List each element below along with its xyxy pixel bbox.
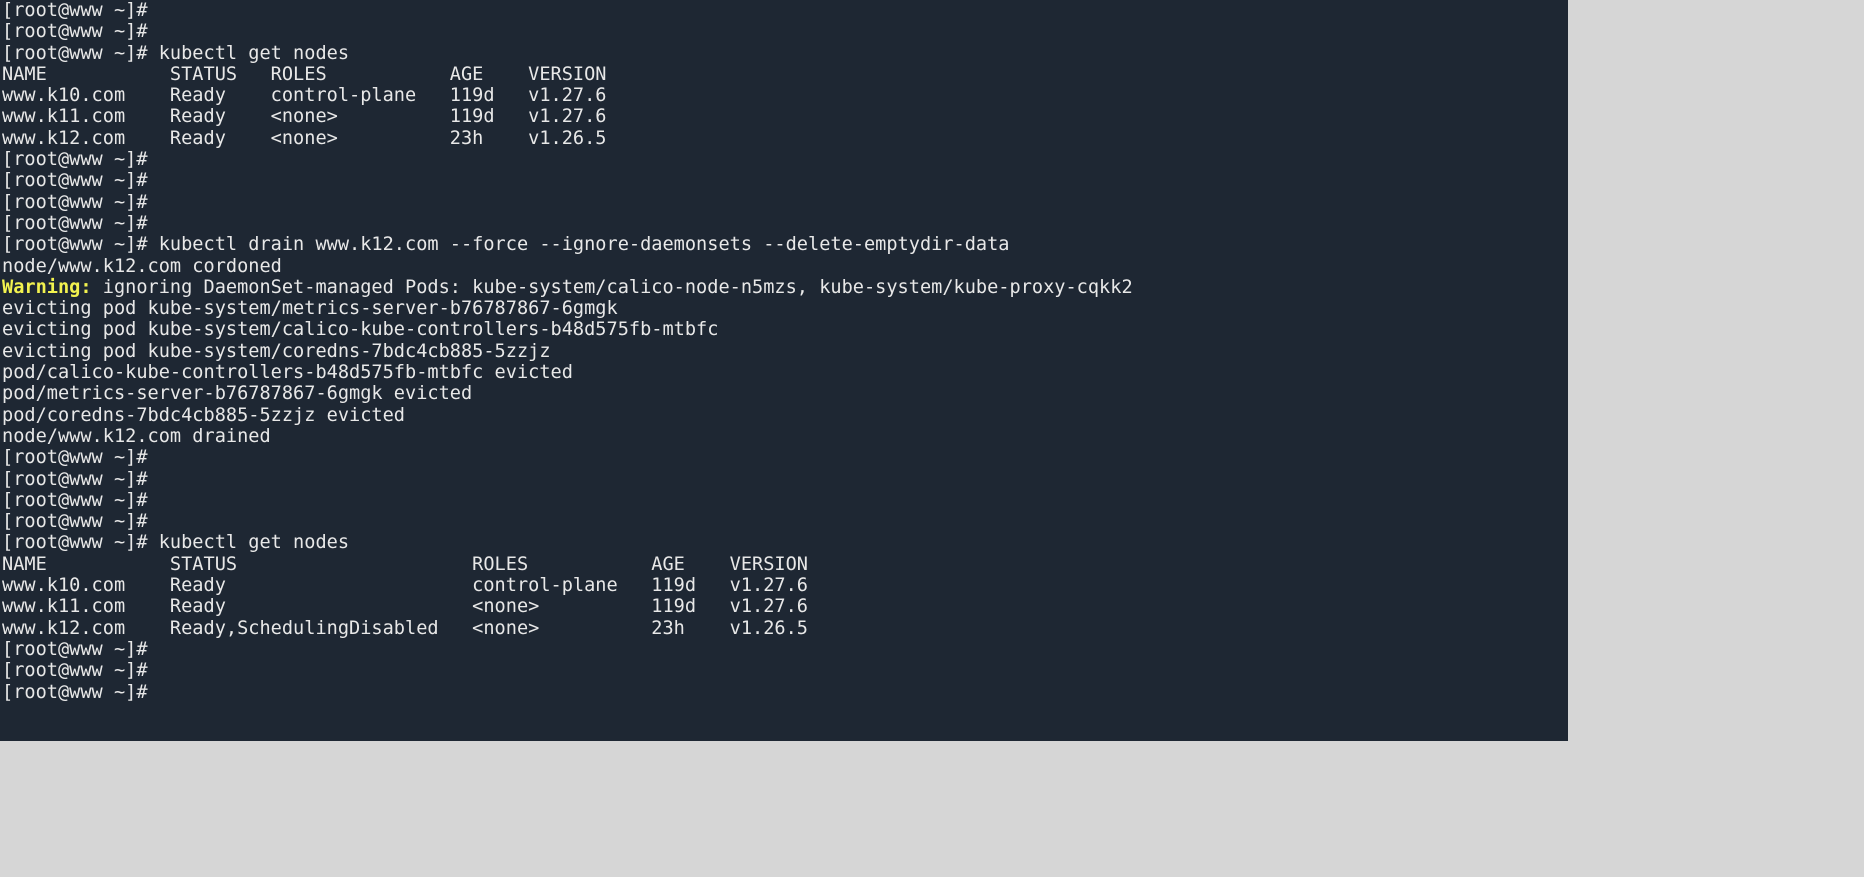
terminal-line-prompt: [root@www ~]# (2, 192, 1568, 213)
terminal-line-text: [root@www ~]# (2, 0, 159, 21)
terminal-line-text: pod/metrics-server-b76787867-6gmgk evict… (2, 383, 472, 404)
terminal-line-text: www.k11.com Ready <none> 119d v1.27.6 (2, 106, 607, 127)
terminal-line-prompt: [root@www ~]# (2, 170, 1568, 191)
terminal-line-warning: Warning: ignoring DaemonSet-managed Pods… (2, 277, 1568, 298)
terminal-line-output: pod/calico-kube-controllers-b48d575fb-mt… (2, 362, 1568, 383)
terminal-line-output: pod/metrics-server-b76787867-6gmgk evict… (2, 383, 1568, 404)
terminal-line-text: evicting pod kube-system/metrics-server-… (2, 298, 618, 319)
terminal-line-text: [root@www ~]# (2, 213, 159, 234)
terminal-line-prompt: [root@www ~]# (2, 639, 1568, 660)
terminal-line-table-row: www.k10.com Ready control-plane 119d v1.… (2, 575, 1568, 596)
terminal-line-output: evicting pod kube-system/metrics-server-… (2, 298, 1568, 319)
terminal-line-prompt: [root@www ~]# (2, 0, 1568, 21)
terminal-line-text: [root@www ~]# kubectl drain www.k12.com … (2, 234, 1010, 255)
terminal-line-output: node/www.k12.com cordoned (2, 256, 1568, 277)
terminal-line-text: NAME STATUS ROLES AGE VERSION (2, 554, 808, 575)
warning-text: ignoring DaemonSet-managed Pods: kube-sy… (92, 277, 1133, 298)
terminal-line-text: [root@www ~]# kubectl get nodes (2, 43, 349, 64)
terminal-line-text: [root@www ~]# (2, 192, 159, 213)
terminal-line-text: evicting pod kube-system/coredns-7bdc4cb… (2, 341, 551, 362)
terminal-line-prompt: [root@www ~]# (2, 21, 1568, 42)
terminal-line-table-row: www.k10.com Ready control-plane 119d v1.… (2, 85, 1568, 106)
terminal-line-text: www.k10.com Ready control-plane 119d v1.… (2, 85, 607, 106)
terminal-output-area[interactable]: [root@www ~]# [root@www ~]# [root@www ~]… (0, 0, 1568, 703)
terminal-line-output: evicting pod kube-system/calico-kube-con… (2, 319, 1568, 340)
terminal-line-table-header: NAME STATUS ROLES AGE VERSION (2, 64, 1568, 85)
terminal-line-prompt: [root@www ~]# (2, 660, 1568, 681)
terminal-line-prompt: [root@www ~]# (2, 511, 1568, 532)
terminal-line-text: [root@www ~]# (2, 682, 159, 703)
terminal-line-prompt: [root@www ~]# (2, 682, 1568, 703)
terminal-line-output: node/www.k12.com drained (2, 426, 1568, 447)
terminal-window[interactable]: [root@www ~]# [root@www ~]# [root@www ~]… (0, 0, 1568, 741)
terminal-line-text: [root@www ~]# (2, 447, 159, 468)
terminal-line-command: [root@www ~]# kubectl get nodes (2, 532, 1568, 553)
terminal-line-prompt: [root@www ~]# (2, 469, 1568, 490)
terminal-line-text: www.k10.com Ready control-plane 119d v1.… (2, 575, 808, 596)
terminal-line-prompt: [root@www ~]# (2, 149, 1568, 170)
terminal-line-text: [root@www ~]# (2, 490, 159, 511)
terminal-line-text: [root@www ~]# (2, 469, 159, 490)
terminal-line-output: pod/coredns-7bdc4cb885-5zzjz evicted (2, 405, 1568, 426)
terminal-line-text: [root@www ~]# (2, 660, 159, 681)
terminal-line-text: www.k11.com Ready <none> 119d v1.27.6 (2, 596, 808, 617)
terminal-line-text: node/www.k12.com cordoned (2, 256, 282, 277)
terminal-line-table-header: NAME STATUS ROLES AGE VERSION (2, 554, 1568, 575)
terminal-line-text: [root@www ~]# (2, 639, 159, 660)
terminal-line-table-row: www.k11.com Ready <none> 119d v1.27.6 (2, 596, 1568, 617)
terminal-line-command: [root@www ~]# kubectl get nodes (2, 43, 1568, 64)
terminal-line-command: [root@www ~]# kubectl drain www.k12.com … (2, 234, 1568, 255)
terminal-line-text: [root@www ~]# (2, 511, 159, 532)
terminal-line-text: NAME STATUS ROLES AGE VERSION (2, 64, 607, 85)
terminal-line-prompt: [root@www ~]# (2, 447, 1568, 468)
terminal-line-text: [root@www ~]# (2, 149, 159, 170)
terminal-line-text: pod/calico-kube-controllers-b48d575fb-mt… (2, 362, 573, 383)
terminal-line-table-row: www.k11.com Ready <none> 119d v1.27.6 (2, 106, 1568, 127)
terminal-line-table-row: www.k12.com Ready <none> 23h v1.26.5 (2, 128, 1568, 149)
terminal-line-output: evicting pod kube-system/coredns-7bdc4cb… (2, 341, 1568, 362)
terminal-line-text: [root@www ~]# kubectl get nodes (2, 532, 349, 553)
terminal-line-table-row: www.k12.com Ready,SchedulingDisabled <no… (2, 618, 1568, 639)
terminal-line-text: [root@www ~]# (2, 21, 159, 42)
terminal-line-text: pod/coredns-7bdc4cb885-5zzjz evicted (2, 405, 405, 426)
terminal-line-text: www.k12.com Ready <none> 23h v1.26.5 (2, 128, 607, 149)
terminal-line-text: node/www.k12.com drained (2, 426, 271, 447)
terminal-line-text: [root@www ~]# (2, 170, 159, 191)
terminal-line-prompt: [root@www ~]# (2, 213, 1568, 234)
terminal-line-text: www.k12.com Ready,SchedulingDisabled <no… (2, 618, 808, 639)
terminal-line-text: evicting pod kube-system/calico-kube-con… (2, 319, 718, 340)
terminal-line-prompt: [root@www ~]# (2, 490, 1568, 511)
screen: [root@www ~]# [root@www ~]# [root@www ~]… (0, 0, 1864, 877)
warning-label: Warning: (2, 277, 92, 298)
